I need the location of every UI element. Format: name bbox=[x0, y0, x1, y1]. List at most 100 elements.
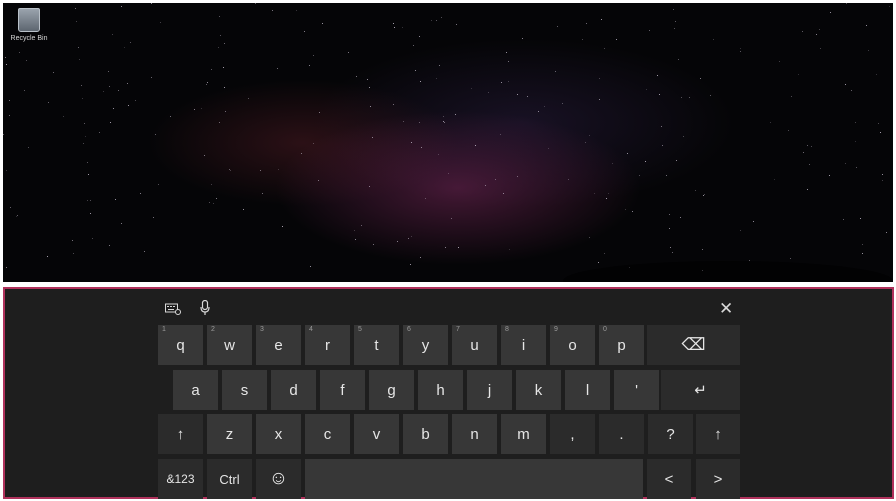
letter-key[interactable]: m bbox=[501, 414, 546, 454]
letter-key[interactable]: 6y bbox=[403, 325, 448, 365]
microphone-icon[interactable] bbox=[200, 299, 210, 321]
letter-key[interactable]: 0p bbox=[599, 325, 644, 365]
key-number-hint: 8 bbox=[505, 326, 509, 333]
star bbox=[108, 71, 109, 72]
star bbox=[616, 39, 617, 40]
letter-key[interactable]: ? bbox=[648, 414, 693, 454]
star bbox=[127, 83, 128, 84]
key-label: z bbox=[225, 425, 234, 443]
enter-key[interactable]: ↵ bbox=[661, 370, 740, 410]
star bbox=[5, 57, 6, 58]
chevron-left-icon: < bbox=[664, 470, 674, 488]
letter-key[interactable]: 5t bbox=[354, 325, 399, 365]
letter-key[interactable]: c bbox=[305, 414, 350, 454]
letter-key[interactable]: 9o bbox=[550, 325, 595, 365]
star bbox=[876, 74, 877, 75]
key-label: p bbox=[617, 336, 626, 354]
star bbox=[354, 230, 355, 231]
backspace-key[interactable]: ⌫ bbox=[647, 325, 740, 365]
shift-icon: ↑ bbox=[176, 425, 185, 443]
letter-key[interactable]: d bbox=[271, 370, 316, 410]
star bbox=[348, 52, 349, 53]
star bbox=[3, 134, 4, 135]
star bbox=[415, 70, 416, 71]
star bbox=[79, 59, 80, 60]
letter-key[interactable]: f bbox=[320, 370, 365, 410]
letter-key[interactable]: g bbox=[369, 370, 414, 410]
ctrl-key[interactable]: Ctrl bbox=[207, 459, 252, 499]
star bbox=[109, 245, 110, 246]
star bbox=[589, 135, 590, 136]
star bbox=[19, 52, 20, 53]
star bbox=[639, 175, 640, 176]
shift-key-left[interactable]: ↑ bbox=[158, 414, 203, 454]
letter-key[interactable]: s bbox=[222, 370, 267, 410]
close-keyboard-icon[interactable]: ✕ bbox=[719, 299, 733, 319]
star bbox=[408, 238, 409, 239]
star bbox=[740, 230, 741, 231]
star bbox=[393, 23, 394, 24]
cursor-left-key[interactable]: < bbox=[647, 459, 691, 499]
star bbox=[444, 122, 445, 123]
star bbox=[209, 202, 210, 203]
key-label: c bbox=[323, 425, 332, 443]
star bbox=[788, 130, 789, 131]
recycle-bin-shortcut[interactable]: Recycle Bin bbox=[8, 7, 50, 47]
star bbox=[223, 67, 224, 68]
star bbox=[63, 116, 64, 117]
letter-key[interactable]: 8i bbox=[501, 325, 546, 365]
emoji-key[interactable]: ☺ bbox=[256, 459, 301, 499]
star bbox=[278, 169, 279, 170]
star bbox=[216, 198, 217, 199]
letter-key[interactable]: n bbox=[452, 414, 497, 454]
star bbox=[544, 106, 545, 107]
key-label: , bbox=[570, 425, 575, 443]
star bbox=[495, 179, 496, 180]
letter-key[interactable]: v bbox=[354, 414, 399, 454]
star bbox=[373, 244, 374, 245]
letter-key[interactable]: x bbox=[256, 414, 301, 454]
star bbox=[112, 34, 113, 35]
letter-key[interactable]: 4r bbox=[305, 325, 350, 365]
letter-key[interactable]: , bbox=[550, 414, 595, 454]
star bbox=[538, 111, 539, 112]
star bbox=[862, 244, 863, 245]
star bbox=[90, 213, 91, 214]
star bbox=[296, 10, 297, 11]
star bbox=[862, 253, 863, 254]
key-label: g bbox=[387, 381, 396, 399]
symbols-key[interactable]: &123 bbox=[158, 459, 203, 499]
shift-key-right[interactable]: ↑ bbox=[696, 414, 740, 454]
star bbox=[90, 200, 91, 201]
star bbox=[649, 30, 650, 31]
star bbox=[436, 20, 437, 21]
star bbox=[28, 147, 29, 148]
letter-key[interactable]: a bbox=[173, 370, 218, 410]
star bbox=[16, 216, 17, 217]
star bbox=[689, 97, 690, 98]
space-key[interactable] bbox=[305, 459, 643, 499]
letter-key[interactable]: 1q bbox=[158, 325, 203, 365]
letter-key[interactable]: 7u bbox=[452, 325, 497, 365]
letter-key[interactable]: 2w bbox=[207, 325, 252, 365]
keyboard-settings-icon[interactable] bbox=[165, 302, 181, 320]
letter-key[interactable]: 3e bbox=[256, 325, 301, 365]
letter-key[interactable]: j bbox=[467, 370, 512, 410]
letter-key[interactable]: k bbox=[516, 370, 561, 410]
key-label: s bbox=[240, 381, 249, 399]
letter-key[interactable]: b bbox=[403, 414, 448, 454]
star bbox=[75, 8, 76, 9]
star bbox=[372, 137, 373, 138]
star bbox=[419, 36, 420, 37]
star bbox=[807, 145, 808, 146]
letter-key[interactable]: ' bbox=[614, 370, 659, 410]
cursor-right-key[interactable]: > bbox=[696, 459, 740, 499]
star bbox=[370, 106, 371, 107]
star bbox=[124, 47, 125, 48]
letter-key[interactable]: l bbox=[565, 370, 610, 410]
star bbox=[356, 76, 357, 77]
star bbox=[436, 78, 437, 79]
letter-key[interactable]: z bbox=[207, 414, 252, 454]
letter-key[interactable]: h bbox=[418, 370, 463, 410]
letter-key[interactable]: . bbox=[599, 414, 644, 454]
